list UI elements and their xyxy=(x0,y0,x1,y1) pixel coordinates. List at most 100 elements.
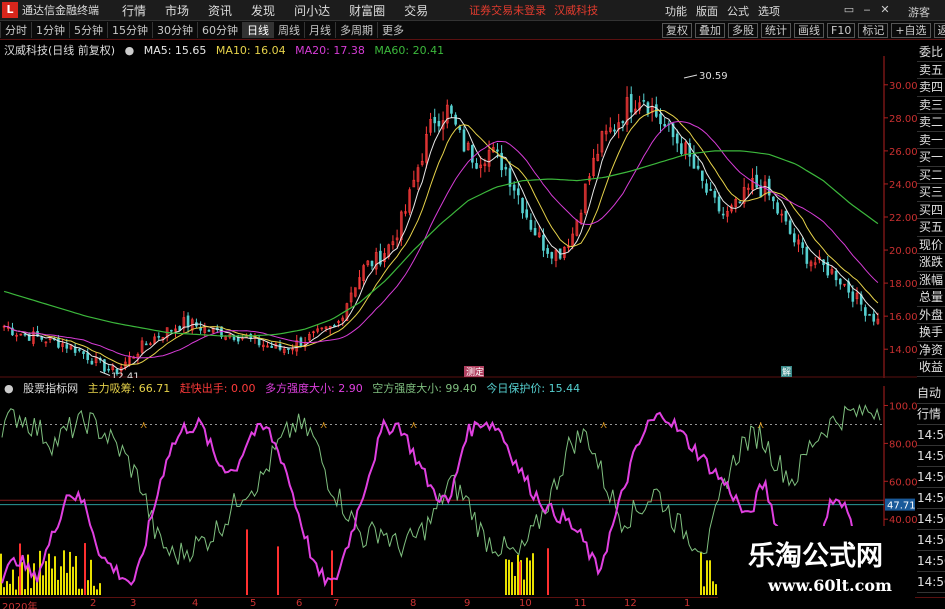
tick-panel-item[interactable]: 14:50 xyxy=(917,509,945,530)
minimize-icon[interactable]: ‒ xyxy=(860,3,874,17)
adjust-button[interactable]: 复权 xyxy=(662,23,692,38)
side-panel-item[interactable]: 现价 xyxy=(917,237,945,254)
candle-body xyxy=(236,337,240,342)
mark-button[interactable]: 标记 xyxy=(858,23,889,38)
menu-item-layout[interactable]: 版面 xyxy=(696,3,718,19)
side-panel-item[interactable]: 卖四 xyxy=(917,79,945,97)
side-panel-item[interactable]: 买一 xyxy=(917,149,945,167)
guest-label[interactable]: 游客 xyxy=(908,4,930,20)
tick-panel-item[interactable]: 14:50 xyxy=(917,530,945,551)
f10-button[interactable]: F10 xyxy=(827,23,856,38)
volume-bar xyxy=(60,566,62,595)
candle-body xyxy=(872,313,876,322)
menu-item-discover[interactable]: 发现 xyxy=(251,2,275,19)
stats-button[interactable]: 统计 xyxy=(761,23,791,38)
volume-bar xyxy=(703,586,705,595)
candle-body xyxy=(525,209,529,218)
date-tick-label: 11 xyxy=(574,598,587,609)
period-tab-multi[interactable]: 多周期 xyxy=(335,22,377,38)
candle-body xyxy=(529,219,533,230)
side-panel-item[interactable]: 收益 xyxy=(917,359,945,377)
period-tab-1min[interactable]: 1分钟 xyxy=(31,22,69,38)
candlestick-chart[interactable]: 30.59 12.41 测定 解 30.00 28.00 26.00 24.00 22.00 2… xyxy=(0,56,917,378)
menu-item-options[interactable]: 选项 xyxy=(758,3,780,19)
side-panel-item[interactable]: 买三 xyxy=(917,184,945,202)
side-panel-item[interactable]: 卖五 xyxy=(917,62,945,79)
side-panel-item[interactable]: 卖二 xyxy=(917,114,945,132)
candle-body xyxy=(864,307,867,316)
period-tab-30min[interactable]: 30分钟 xyxy=(152,22,197,38)
tick-panel-item[interactable]: 14:50 xyxy=(917,425,945,446)
menu-item-function[interactable]: 功能 xyxy=(665,3,687,19)
period-tab-monthly[interactable]: 月线 xyxy=(304,22,335,38)
side-panel-item[interactable]: 买二 xyxy=(917,167,945,184)
close-icon[interactable]: ✕ xyxy=(878,3,892,17)
tick-panel-item[interactable]: 行情 xyxy=(917,404,945,425)
tick-panel-item[interactable]: 14:50 xyxy=(917,572,945,593)
side-panel-item[interactable]: 买四 xyxy=(917,202,945,219)
period-tab-weekly[interactable]: 周线 xyxy=(273,22,304,38)
login-notice[interactable]: 证券交易未登录 xyxy=(469,2,546,18)
menu-item-formula[interactable]: 公式 xyxy=(727,3,749,19)
volume-bar xyxy=(57,579,59,595)
quote-side-panel: 委比 卖五 卖四 卖三 卖二 卖一 买一 买二 买三 买四 买五 现价 涨跌 涨幅 总量 外盘 换手 净资 收益 xyxy=(917,44,945,377)
candle-body xyxy=(542,235,545,251)
side-panel-item[interactable]: 涨幅 xyxy=(917,272,945,289)
side-panel-item[interactable]: 卖三 xyxy=(917,97,945,114)
ma5-line xyxy=(4,103,879,371)
side-panel-item[interactable]: 外盘 xyxy=(917,307,945,324)
period-tab-more[interactable]: 更多 xyxy=(377,22,408,38)
tick-panel-item[interactable]: 自动 xyxy=(917,383,945,404)
volume-bar xyxy=(81,588,83,595)
volume-bar xyxy=(93,585,95,595)
multi-stock-button[interactable]: 多股 xyxy=(728,23,758,38)
period-tab-5min[interactable]: 5分钟 xyxy=(69,22,107,38)
candle-body xyxy=(207,330,211,332)
menu-item-trade[interactable]: 交易 xyxy=(404,2,428,19)
candle-body xyxy=(792,233,796,243)
side-panel-item[interactable]: 买五 xyxy=(917,219,945,237)
volume-bar xyxy=(0,553,2,595)
stock-notice: 汉威科技 xyxy=(554,4,599,17)
menu-item-news[interactable]: 资讯 xyxy=(208,2,232,19)
menu-item-wealth[interactable]: 财富圈 xyxy=(349,2,385,19)
period-tab-daily[interactable]: 日线 xyxy=(242,22,273,38)
candle-body xyxy=(696,165,700,169)
menu-item-quotes[interactable]: 行情 xyxy=(122,2,146,19)
period-tab-intraday[interactable]: 分时 xyxy=(0,22,31,38)
volume-bar xyxy=(529,560,531,595)
volume-bar xyxy=(709,560,711,595)
chart-tool-buttons: 复权 叠加 多股 统计 画线 F10 标记 +自选 返回 xyxy=(662,23,945,38)
tick-panel-item[interactable]: 14:50 xyxy=(917,446,945,467)
candle-body xyxy=(475,163,478,169)
date-tick-label: 4 xyxy=(192,598,199,609)
menu-item-ask[interactable]: 问小达 xyxy=(294,2,330,19)
side-panel-item[interactable]: 涨跌 xyxy=(917,254,945,272)
draw-line-button[interactable]: 画线 xyxy=(794,23,824,38)
add-watchlist-button[interactable]: +自选 xyxy=(891,23,931,38)
guard-badge-label: 47.71 xyxy=(887,501,916,512)
menu-item-market[interactable]: 市场 xyxy=(165,2,189,19)
side-panel-item[interactable]: 总量 xyxy=(917,289,945,307)
volume-bar xyxy=(9,583,11,595)
side-panel-item[interactable]: 净资 xyxy=(917,342,945,359)
restore-icon[interactable]: ▭ xyxy=(842,3,856,17)
main-menu: 行情 市场 资讯 发现 问小达 财富圈 交易 xyxy=(122,2,447,19)
volume-bar xyxy=(532,553,534,595)
side-panel-item[interactable]: 换手 xyxy=(917,324,945,342)
candle-body xyxy=(65,344,69,349)
price-tick-label: 24.00 xyxy=(889,180,917,191)
volume-bar xyxy=(51,568,53,595)
watermark: 乐淘公式网 www.60lt.com xyxy=(718,526,915,606)
tick-panel-item[interactable]: 14:50 xyxy=(917,488,945,509)
side-panel-item[interactable]: 委比 xyxy=(917,44,945,62)
volume-bar xyxy=(72,566,74,595)
side-panel-item[interactable]: 卖一 xyxy=(917,132,945,149)
overlay-button[interactable]: 叠加 xyxy=(695,23,725,38)
back-button[interactable]: 返回 xyxy=(933,23,945,38)
candle-body xyxy=(232,336,236,340)
tick-panel-item[interactable]: 14:50 xyxy=(917,551,945,572)
period-tab-15min[interactable]: 15分钟 xyxy=(107,22,152,38)
period-tab-60min[interactable]: 60分钟 xyxy=(197,22,242,38)
tick-panel-item[interactable]: 14:50 xyxy=(917,467,945,488)
